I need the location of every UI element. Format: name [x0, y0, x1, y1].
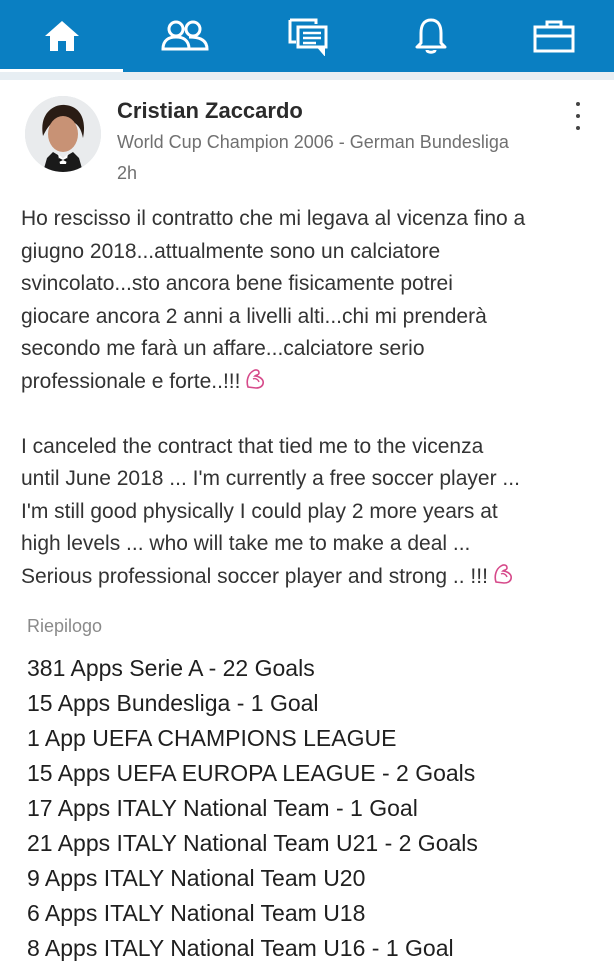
post-line: professionale e forte..!!!	[21, 369, 241, 393]
top-navigation-bar	[0, 0, 614, 72]
flexed-biceps-icon	[494, 563, 512, 584]
messages-icon	[288, 18, 327, 56]
summary-item: 9 Apps ITALY National Team U20	[27, 865, 366, 891]
summary-item: 15 Apps Bundesliga - 1 Goal	[27, 690, 319, 716]
bell-icon	[415, 18, 446, 54]
post-line: giugno 2018...attualmente sono un calcia…	[21, 239, 441, 263]
post-text: Ho rescisso il contratto che mi legava a…	[21, 203, 601, 593]
summary-item: 8 Apps ITALY National Team U16 - 1 Goal	[27, 935, 454, 961]
home-icon	[44, 21, 79, 51]
post-line: high levels ... who will take me to make…	[21, 532, 471, 555]
summary-item: 6 Apps ITALY National Team U18	[27, 900, 366, 926]
post-line: Ho rescisso il contratto che mi legava a…	[21, 207, 526, 230]
summary-item: 15 Apps UEFA EUROPA LEAGUE - 2 Goals	[27, 760, 476, 786]
summary-item: 1 App UEFA CHAMPIONS LEAGUE	[27, 725, 397, 751]
post-line: I'm still good physically I could play 2…	[21, 499, 498, 523]
post-line: giocare ancora 2 anni a livelli alti...c…	[21, 304, 487, 328]
post-line: svincolato...sto ancora bene fisicamente…	[21, 272, 453, 295]
nav-jobs[interactable]	[492, 0, 614, 72]
summary-label: Riepilogo	[27, 616, 103, 636]
post-line: Serious professional soccer player and s…	[21, 564, 488, 588]
profile-photo	[25, 96, 101, 172]
summary-item: 17 Apps ITALY National Team - 1 Goal	[27, 795, 418, 821]
post-line: I canceled the contract that tied me to …	[21, 434, 484, 458]
nav-notifications[interactable]	[369, 0, 492, 72]
nav-divider	[0, 72, 614, 80]
avatar[interactable]	[25, 96, 101, 172]
summary-list: 381 Apps Serie A - 22 Goals 15 Apps Bund…	[27, 651, 478, 966]
nav-messages[interactable]	[246, 0, 369, 72]
summary-item: 21 Apps ITALY National Team U21 - 2 Goal…	[27, 830, 478, 856]
post-line: until June 2018 ... I'm currently a free…	[21, 467, 520, 490]
nav-network[interactable]	[123, 0, 246, 72]
post-line-with-emoji: professionale e forte..!!!	[21, 366, 601, 399]
post-timestamp: 2h	[117, 163, 138, 183]
author-headline: World Cup Champion 2006 - German Bundesl…	[117, 132, 509, 152]
post-line: secondo me farà un affare...calciatore s…	[21, 337, 425, 360]
author-name[interactable]: Cristian Zaccardo	[117, 98, 303, 124]
nav-home[interactable]	[0, 0, 123, 72]
post-line-with-emoji: Serious professional soccer player and s…	[21, 561, 601, 594]
flexed-biceps-icon	[246, 368, 265, 389]
summary-item: 381 Apps Serie A - 22 Goals	[27, 655, 315, 681]
people-icon	[160, 20, 209, 51]
more-options-icon[interactable]	[566, 102, 590, 130]
briefcase-icon	[533, 20, 574, 53]
